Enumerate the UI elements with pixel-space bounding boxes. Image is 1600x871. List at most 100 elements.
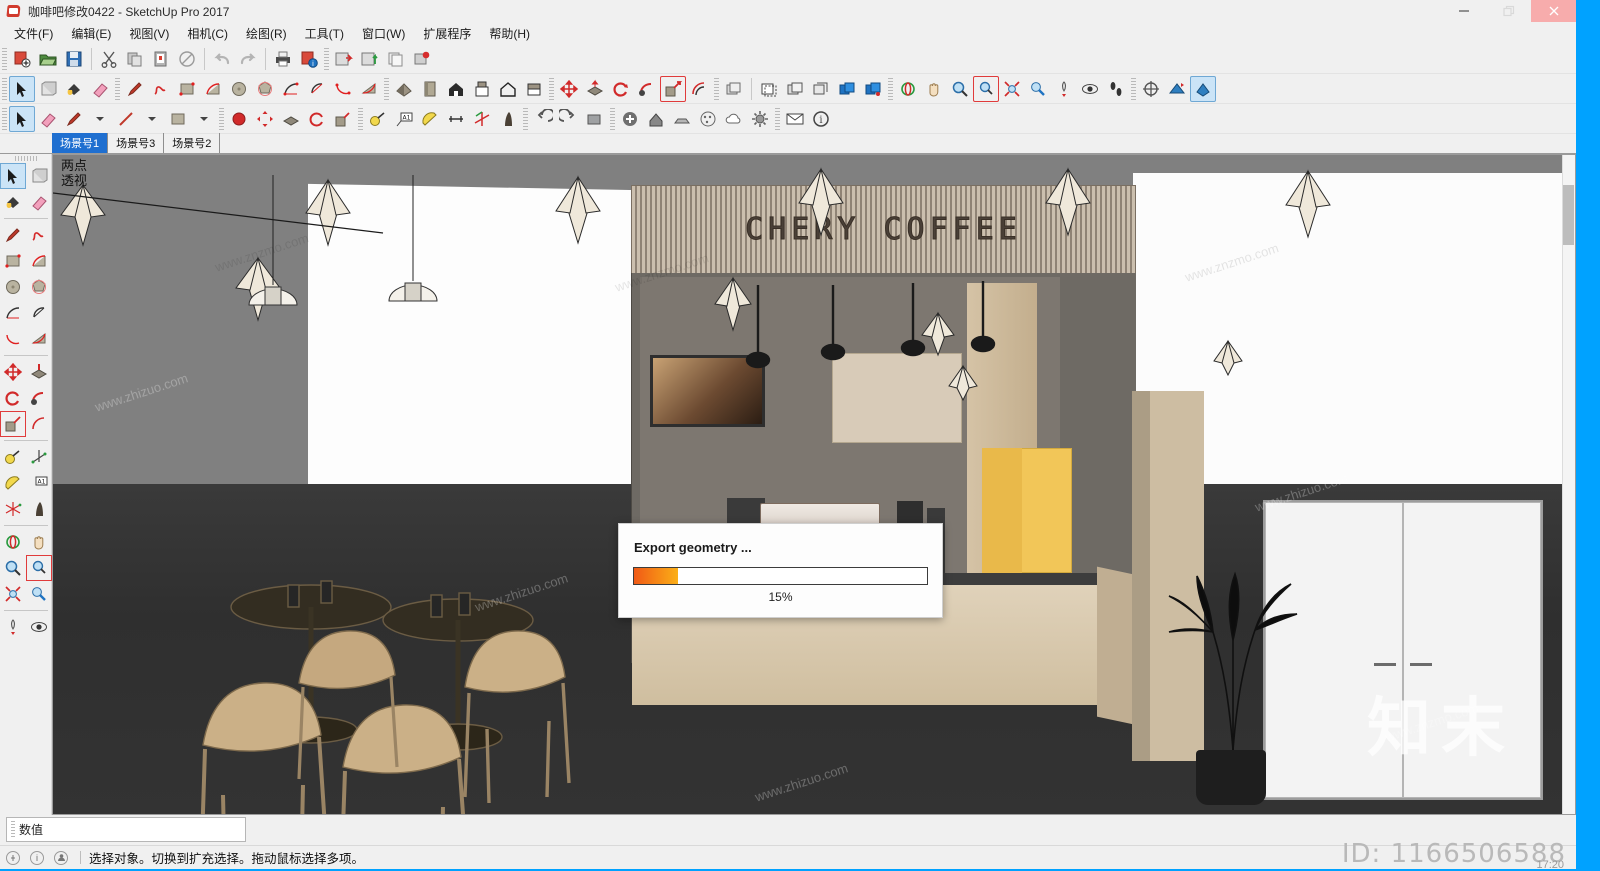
toolbar-grip[interactable] <box>219 107 224 130</box>
info-circle-icon[interactable]: i <box>30 850 44 865</box>
walk-icon[interactable] <box>1103 76 1129 102</box>
select-arrow-icon[interactable] <box>9 75 35 102</box>
styles-icon[interactable] <box>1190 75 1216 102</box>
followme-icon[interactable] <box>634 76 660 102</box>
arc-pie-icon[interactable] <box>304 76 330 102</box>
pan-hand-icon[interactable] <box>921 76 947 102</box>
import-model-icon[interactable] <box>357 46 383 72</box>
protractor-icon[interactable] <box>0 470 26 496</box>
axes-icon[interactable] <box>26 444 52 470</box>
menu-help[interactable]: 帮助(H) <box>480 23 539 44</box>
position-camera-icon[interactable] <box>1051 76 1077 102</box>
paint-bucket-icon[interactable] <box>0 189 26 215</box>
arc-pie-icon[interactable] <box>26 300 52 326</box>
pushpull-icon[interactable] <box>26 359 52 385</box>
shadow-icon[interactable] <box>669 106 695 132</box>
redo-arrow-icon[interactable] <box>235 46 261 72</box>
line-pencil-icon[interactable] <box>0 222 26 248</box>
select-arrow-icon[interactable] <box>9 105 35 132</box>
minimize-button[interactable] <box>1441 0 1486 22</box>
toolbar-grip[interactable] <box>2 107 7 130</box>
mail-icon[interactable] <box>782 106 808 132</box>
circle-icon[interactable] <box>0 274 26 300</box>
offset-icon[interactable] <box>686 76 712 102</box>
interact-icon[interactable] <box>860 76 886 102</box>
settings-gear-icon[interactable] <box>747 106 773 132</box>
eraser-icon[interactable] <box>26 189 52 215</box>
rectangle-tool-icon[interactable] <box>165 106 191 132</box>
axes-icon[interactable] <box>1138 76 1164 102</box>
scene-tab-2[interactable]: 场景号2 <box>164 133 221 153</box>
make-component-icon[interactable] <box>35 76 61 102</box>
open-folder-icon[interactable] <box>35 46 61 72</box>
copy-icon[interactable] <box>122 46 148 72</box>
orbit-icon[interactable] <box>895 76 921 102</box>
toolbar-grip[interactable] <box>714 77 719 100</box>
eraser-icon[interactable] <box>87 76 113 102</box>
layer-manager-icon[interactable] <box>721 76 747 102</box>
add-location-icon[interactable] <box>391 76 417 102</box>
section-plane-icon[interactable] <box>756 76 782 102</box>
toolbar-grip[interactable] <box>324 47 329 70</box>
rotated-rectangle-icon[interactable] <box>26 248 52 274</box>
move-icon[interactable] <box>0 359 26 385</box>
3dtext-icon[interactable] <box>26 496 52 522</box>
rotate-icon[interactable] <box>608 76 634 102</box>
menu-extensions[interactable]: 扩展程序 <box>414 23 480 44</box>
model-info-icon[interactable]: i <box>296 46 322 72</box>
toolbar-grip[interactable] <box>1131 77 1136 100</box>
rotate-icon[interactable] <box>0 385 26 411</box>
section-cut-icon[interactable] <box>808 76 834 102</box>
export-2d-icon[interactable] <box>383 46 409 72</box>
menu-edit[interactable]: 编辑(E) <box>62 23 120 44</box>
select-arrow-icon[interactable] <box>0 163 26 189</box>
line-tool-icon[interactable] <box>113 106 139 132</box>
chevron-down-icon[interactable] <box>139 106 165 132</box>
redo-round-icon[interactable] <box>556 106 582 132</box>
export-image-icon[interactable] <box>331 46 357 72</box>
zoom-window-icon[interactable] <box>25 555 52 581</box>
scale-icon[interactable] <box>660 75 686 102</box>
toolbar-grip[interactable] <box>549 77 554 100</box>
pencil-icon[interactable] <box>61 106 87 132</box>
fog-icon[interactable] <box>643 106 669 132</box>
text-label-icon[interactable]: A1 <box>391 106 417 132</box>
section-box-icon[interactable] <box>582 106 608 132</box>
arc-bulge-icon[interactable] <box>356 76 382 102</box>
menu-window[interactable]: 窗口(W) <box>353 23 414 44</box>
chevron-down-icon[interactable] <box>87 106 113 132</box>
menu-tools[interactable]: 工具(T) <box>296 23 353 44</box>
followme-icon[interactable] <box>26 385 52 411</box>
sandbox-icon[interactable] <box>1164 76 1190 102</box>
look-around-icon[interactable] <box>1077 76 1103 102</box>
toolbar-grip[interactable] <box>610 107 615 130</box>
viewport-scrollbar-vertical[interactable] <box>1562 155 1575 814</box>
circle-icon[interactable] <box>226 76 252 102</box>
close-button[interactable] <box>1531 0 1576 22</box>
zoom-icon[interactable] <box>947 76 973 102</box>
section-display-icon[interactable] <box>782 76 808 102</box>
look-around-icon[interactable] <box>26 614 52 640</box>
axes-tool-icon[interactable] <box>469 106 495 132</box>
undo-round-icon[interactable] <box>530 106 556 132</box>
info-icon[interactable]: i <box>808 106 834 132</box>
cloud-icon[interactable] <box>721 106 747 132</box>
dimension-icon[interactable] <box>0 496 26 522</box>
arc-bulge-icon[interactable] <box>26 326 52 352</box>
paint-bucket-icon[interactable] <box>61 76 87 102</box>
scene-tab-1[interactable]: 场景号1 <box>52 133 109 153</box>
toolbar-grip[interactable] <box>384 77 389 100</box>
zoom-window-icon[interactable] <box>973 75 999 102</box>
toolbar-grip[interactable] <box>2 47 7 70</box>
soften-icon[interactable] <box>695 106 721 132</box>
polygon-tool-icon[interactable] <box>252 106 278 132</box>
previous-view-icon[interactable] <box>26 581 52 607</box>
toolbar-grip[interactable] <box>115 77 120 100</box>
position-camera-icon[interactable] <box>0 614 26 640</box>
add-icon[interactable] <box>617 106 643 132</box>
zoom-extents-icon[interactable] <box>0 581 26 607</box>
freehand-icon[interactable] <box>148 76 174 102</box>
rectangle-icon[interactable] <box>174 76 200 102</box>
circle-tool-icon[interactable] <box>226 106 252 132</box>
orbit-icon[interactable] <box>0 529 26 555</box>
